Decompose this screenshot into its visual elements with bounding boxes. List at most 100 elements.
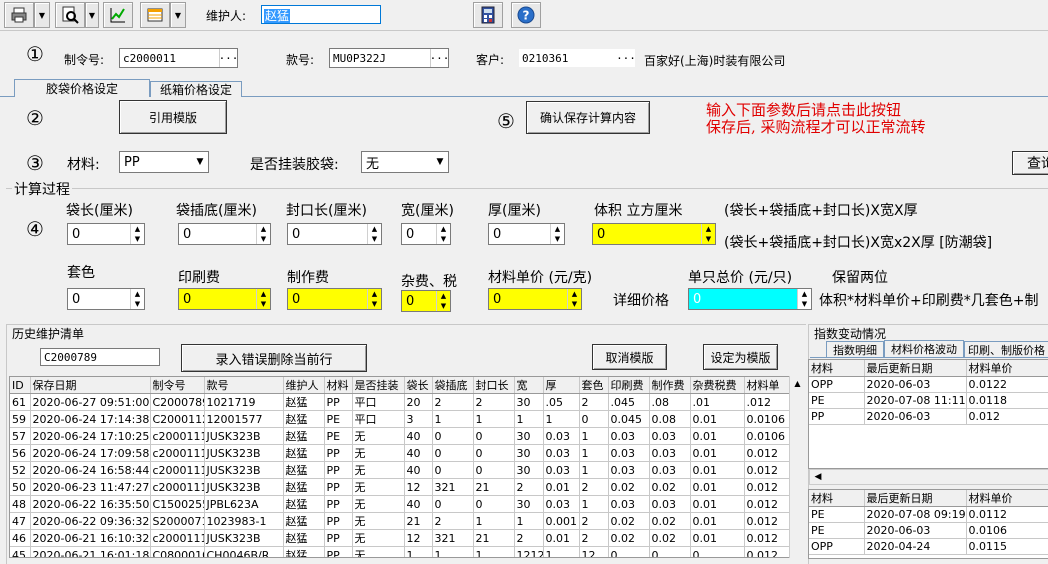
history-table-cell[interactable]: 0.045 (608, 410, 650, 428)
index-table-cell[interactable]: PE (809, 392, 865, 409)
history-table-cell[interactable]: 40 (404, 495, 433, 513)
history-column-header[interactable]: 封口长 (473, 377, 515, 394)
index-column-header[interactable]: 最后更新日期 (864, 360, 967, 377)
index-table-cell[interactable]: 2020-07-08 11:11 (864, 392, 967, 409)
index-table-2-cell[interactable]: 2020-04-24 (864, 538, 967, 555)
history-search-input[interactable]: C2000789 (40, 348, 160, 366)
history-table-cell[interactable]: 赵猛 (283, 529, 325, 547)
spinner-arrows-icon[interactable]: ▲ ▼ (797, 289, 811, 309)
history-table-cell[interactable]: 0.03 (543, 461, 580, 479)
history-table-cell[interactable]: 2020-06-24 16:58:44 (30, 461, 151, 479)
history-table-cell[interactable]: 56 (10, 444, 31, 462)
history-table-cell[interactable]: 46 (10, 529, 31, 547)
index-column-header[interactable]: 材料单价 (966, 360, 1048, 377)
spinner-arrows-icon[interactable]: ▲ ▼ (367, 224, 381, 244)
history-table-cell[interactable]: 2020-06-27 09:51:00 (30, 393, 151, 411)
history-table-cell[interactable]: c2000111 (150, 529, 205, 547)
total-price-input[interactable]: 0 ▲ ▼ (688, 288, 812, 310)
index-table-2-row[interactable]: PE 2020-07-08 09:19 0.0112 (809, 506, 1048, 523)
scroll-up-icon[interactable]: ▲ (790, 376, 805, 392)
volume-input[interactable]: 0 ▲ ▼ (592, 223, 716, 245)
history-table-cell[interactable]: 2020-06-22 16:35:50 (30, 495, 151, 513)
history-table-cell[interactable]: 0 (432, 427, 474, 445)
spinner-arrows-icon[interactable]: ▲ ▼ (436, 224, 450, 244)
history-table-cell[interactable]: JPBL623A (204, 495, 284, 513)
history-table-cell[interactable]: 0.01 (543, 478, 580, 496)
history-table-cell[interactable]: 0 (432, 495, 474, 513)
history-table-cell[interactable]: 0.012 (744, 495, 792, 513)
history-table-cell[interactable]: 0.03 (543, 427, 580, 445)
history-table-cell[interactable]: PP (324, 444, 353, 462)
history-table-cell[interactable]: 0.012 (744, 546, 792, 557)
history-table-cell[interactable]: 无 (352, 461, 405, 479)
history-table-cell[interactable]: 0.03 (543, 444, 580, 462)
history-table-row[interactable]: 52 2020-06-24 16:58:44 c2000111 JUSK323B 赵猛 P… (10, 461, 792, 479)
history-table-cell[interactable]: c2000111 (150, 478, 205, 496)
index-table-2-cell[interactable]: PE (809, 506, 865, 523)
history-table-cell[interactable]: C2000112 (150, 410, 205, 428)
history-table-cell[interactable]: 2 (432, 393, 474, 411)
history-table-cell[interactable]: PP (324, 512, 353, 530)
tab-bag-price[interactable]: 胶袋价格设定 (14, 79, 150, 97)
material-select[interactable]: PP ▼ (119, 151, 209, 173)
bag-length-input[interactable]: 0 ▲ ▼ (67, 223, 145, 245)
history-table-cell[interactable]: 1212 (514, 546, 544, 557)
history-table-cell[interactable]: 2 (579, 512, 609, 530)
index-table-2-cell[interactable]: OPP (809, 538, 865, 555)
export-dropdown-button[interactable]: ▼ (170, 2, 186, 28)
history-table-cell[interactable]: 0.02 (608, 512, 650, 530)
history-table-cell[interactable]: 2 (579, 529, 609, 547)
history-table-cell[interactable]: 0.01 (690, 427, 745, 445)
spinner-arrows-icon[interactable]: ▲ ▼ (567, 289, 581, 309)
history-table-cell[interactable]: PE (324, 427, 353, 445)
history-table-cell[interactable]: 0.0106 (744, 410, 792, 428)
history-table-cell[interactable]: 12 (404, 478, 433, 496)
history-table-cell[interactable]: .012 (744, 393, 792, 411)
history-table-cell[interactable]: 2 (579, 393, 609, 411)
tab-material-fluctuation[interactable]: 材料价格波动 (884, 340, 964, 357)
history-table-cell[interactable]: JUSK323B (204, 444, 284, 462)
index-column-header[interactable]: 材料 (809, 490, 865, 507)
history-table-cell[interactable]: 无 (352, 444, 405, 462)
history-table-cell[interactable]: 0.02 (608, 478, 650, 496)
history-table-cell[interactable]: 0 (608, 546, 650, 557)
history-table-cell[interactable]: 1 (473, 410, 515, 428)
preview-dropdown-button[interactable]: ▼ (85, 2, 99, 28)
history-table-cell[interactable]: 0.02 (649, 478, 691, 496)
index-table-cell[interactable]: OPP (809, 376, 865, 393)
history-table-cell[interactable]: 1 (579, 444, 609, 462)
history-table-cell[interactable]: 40 (404, 461, 433, 479)
history-table-cell[interactable]: 0.08 (649, 410, 691, 428)
history-table-cell[interactable]: 0.01 (543, 529, 580, 547)
delete-row-button[interactable]: 录入错误删除当前行 (181, 344, 367, 372)
use-template-button[interactable]: 引用模版 (119, 100, 227, 134)
history-table-cell[interactable]: 1 (432, 410, 474, 428)
history-table-cell[interactable]: 30 (514, 495, 544, 513)
print-fee-input[interactable]: 0 ▲ ▼ (178, 288, 271, 310)
history-table-cell[interactable]: 2 (473, 393, 515, 411)
history-table-cell[interactable]: 0 (432, 444, 474, 462)
index-table-2-cell[interactable]: 0.0112 (966, 506, 1048, 523)
chart-button[interactable] (103, 2, 133, 28)
history-table-cell[interactable]: 2020-06-24 17:14:38 (30, 410, 151, 428)
history-column-header[interactable]: 厚 (543, 377, 580, 394)
history-table-cell[interactable]: 57 (10, 427, 31, 445)
index-table-2-row[interactable]: OPP 2020-04-24 0.0115 (809, 538, 1048, 555)
style-lookup-button[interactable]: ··· (430, 49, 448, 67)
history-table-cell[interactable]: 1 (432, 546, 474, 557)
history-table-cell[interactable]: 0.03 (543, 495, 580, 513)
index-hscrollbar[interactable]: ◀ (809, 469, 1048, 485)
history-table-cell[interactable]: 20 (404, 393, 433, 411)
history-table-row[interactable]: 57 2020-06-24 17:10:25 c2000111 JUSK323B 赵猛 P… (10, 427, 792, 445)
history-table-cell[interactable]: 2020-06-24 17:09:58 (30, 444, 151, 462)
history-table-cell[interactable]: PE (324, 410, 353, 428)
index-table-cell[interactable]: 2020-06-03 (864, 376, 967, 393)
spinner-arrows-icon[interactable]: ▲ ▼ (550, 224, 564, 244)
index-table-cell[interactable]: 0.012 (966, 408, 1048, 425)
customer-input[interactable]: 0210361 ··· (518, 48, 636, 68)
history-table-cell[interactable]: 0.03 (649, 427, 691, 445)
history-table-cell[interactable]: 40 (404, 444, 433, 462)
history-table-cell[interactable]: 0 (473, 461, 515, 479)
history-table-cell[interactable]: 0 (473, 444, 515, 462)
history-table-cell[interactable]: 0.03 (608, 461, 650, 479)
